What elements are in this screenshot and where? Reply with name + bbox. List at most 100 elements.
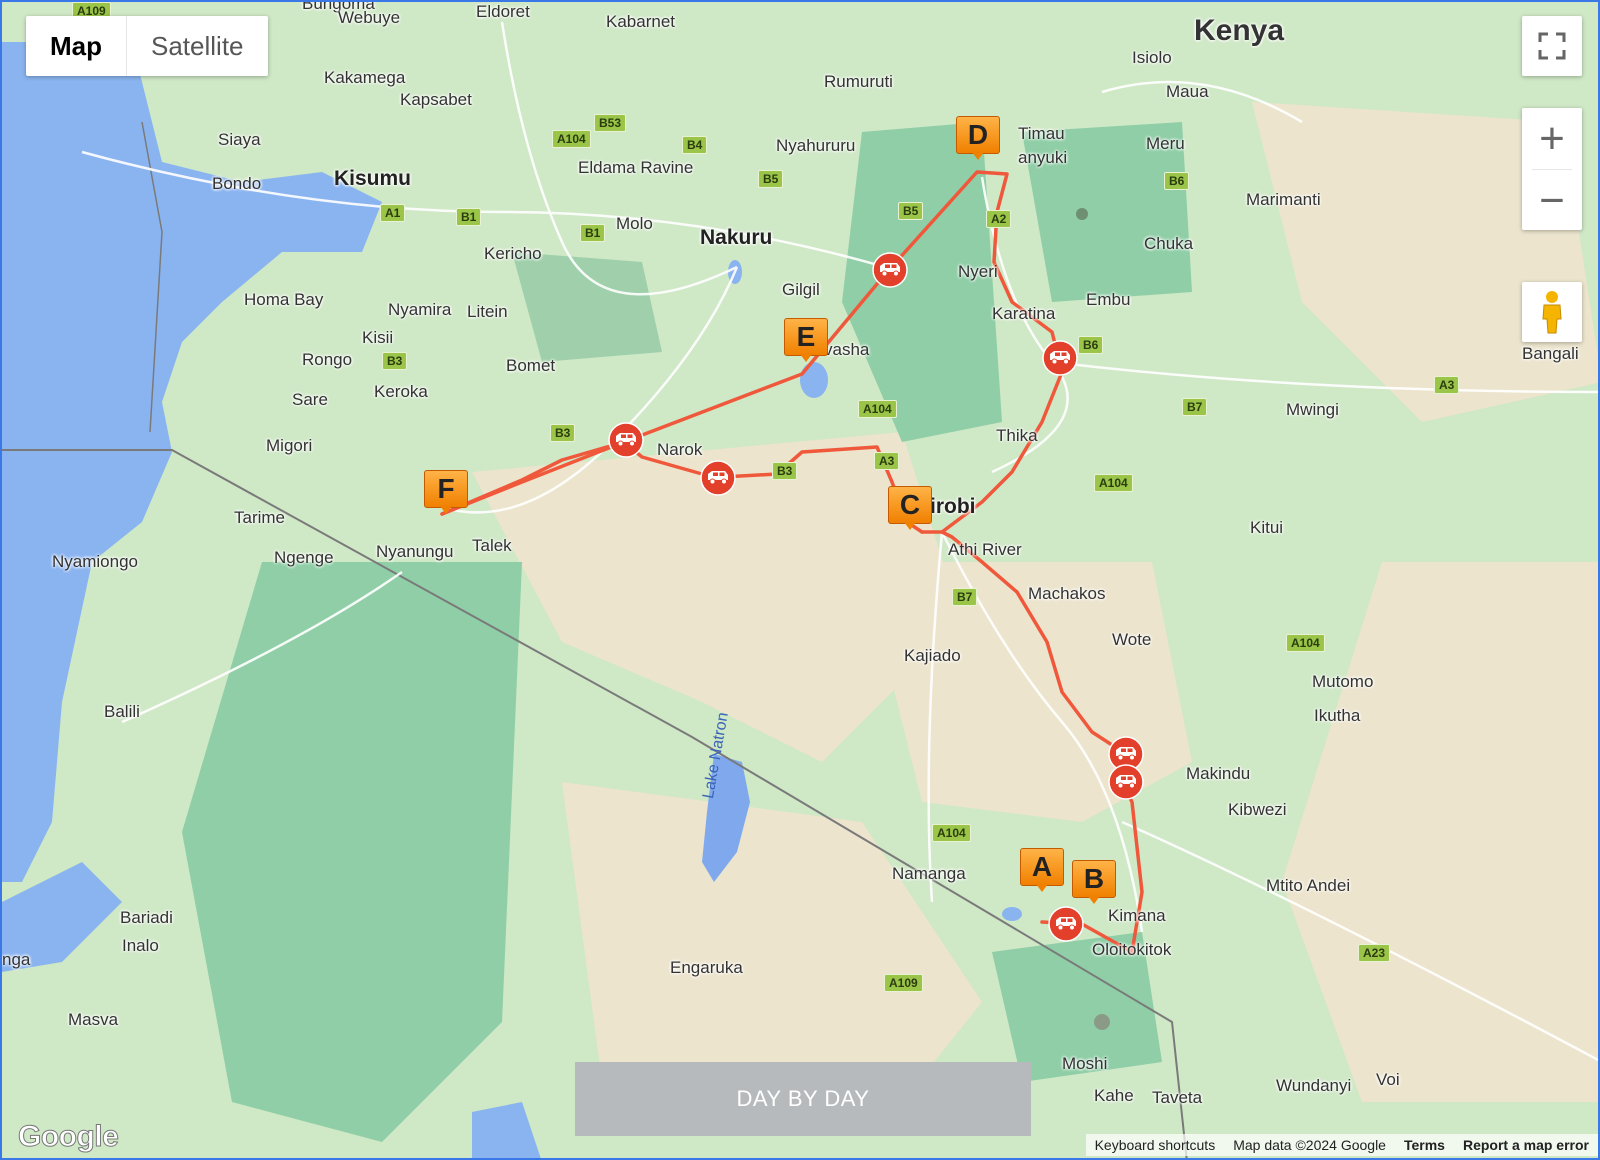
plus-icon: + bbox=[1539, 113, 1565, 163]
town-label: Tarime bbox=[234, 508, 286, 527]
town-label: Thika bbox=[996, 426, 1038, 445]
map-type-map-button[interactable]: Map bbox=[26, 16, 127, 76]
town-label: Kisii bbox=[362, 328, 394, 347]
road-shield: A104 bbox=[552, 130, 591, 148]
country-label: Kenya bbox=[1194, 14, 1285, 47]
town-label: Narok bbox=[657, 440, 703, 459]
town-label: Talek bbox=[472, 536, 512, 555]
safari-vehicle-icon[interactable] bbox=[1048, 906, 1084, 942]
road-shield: A1 bbox=[380, 204, 406, 222]
road-shield: B5 bbox=[898, 202, 924, 220]
town-label: Gilgil bbox=[782, 280, 820, 299]
city-label: Kisumu bbox=[334, 167, 412, 190]
town-label: Athi River bbox=[948, 540, 1022, 559]
road-shield: A104 bbox=[932, 824, 971, 842]
town-label: Siaya bbox=[218, 130, 261, 149]
town-label: Eldama Ravine bbox=[578, 158, 694, 177]
town-label: Machakos bbox=[1028, 584, 1106, 603]
road-shield: B6 bbox=[1078, 336, 1104, 354]
fullscreen-icon bbox=[1538, 32, 1566, 60]
town-label: Engaruka bbox=[670, 958, 743, 977]
city-label: irobi bbox=[930, 495, 976, 518]
town-label: Mutomo bbox=[1312, 672, 1374, 691]
town-label: Kimana bbox=[1108, 906, 1166, 925]
fullscreen-button[interactable] bbox=[1522, 16, 1582, 76]
report-error-link[interactable]: Report a map error bbox=[1454, 1137, 1598, 1153]
terms-link[interactable]: Terms bbox=[1395, 1137, 1454, 1153]
stop-marker-e[interactable]: E bbox=[784, 318, 828, 362]
town-label: Isiolo bbox=[1132, 48, 1172, 67]
road-shield: B3 bbox=[550, 424, 576, 442]
safari-vehicle-icon[interactable] bbox=[1108, 764, 1144, 800]
town-label: Nyamiongo bbox=[52, 552, 138, 571]
town-label: Sare bbox=[292, 390, 328, 409]
map-data-attribution: Map data ©2024 Google bbox=[1233, 1137, 1386, 1153]
town-label: Migori bbox=[266, 436, 313, 455]
zoom-control: + − bbox=[1522, 108, 1582, 230]
town-label: Oloitokitok bbox=[1092, 940, 1172, 959]
town-label: Nyamira bbox=[388, 300, 452, 319]
pegman-icon bbox=[1542, 291, 1562, 334]
stop-marker-c[interactable]: C bbox=[888, 486, 932, 530]
google-logo: Google bbox=[17, 1120, 119, 1154]
city-label: Nakuru bbox=[700, 226, 773, 249]
zoom-out-button[interactable]: − bbox=[1522, 170, 1582, 231]
town-label: Chuka bbox=[1144, 234, 1194, 253]
town-label: Mwingi bbox=[1286, 400, 1339, 419]
town-label: Kericho bbox=[484, 244, 542, 263]
town-label: Wote bbox=[1112, 630, 1152, 649]
map-type-satellite-button[interactable]: Satellite bbox=[127, 16, 268, 76]
town-label: Nyanungu bbox=[376, 542, 454, 561]
map-canvas[interactable]: Kenya Kisumu Nakuru irobi Bungoma Webuye E… bbox=[0, 0, 1600, 1160]
town-label: Bariadi bbox=[120, 908, 173, 927]
safari-vehicle-icon[interactable] bbox=[872, 252, 908, 288]
town-label: Kajiado bbox=[904, 646, 961, 665]
marker-pointer bbox=[1088, 896, 1100, 904]
zoom-in-button[interactable]: + bbox=[1522, 108, 1582, 169]
town-label: Nyahururu bbox=[776, 136, 856, 155]
town-label: Voi bbox=[1376, 1070, 1400, 1089]
marker-pointer bbox=[1036, 884, 1048, 892]
stop-marker-b[interactable]: B bbox=[1072, 860, 1116, 904]
map-type-control: Map Satellite bbox=[26, 16, 268, 76]
town-label: Bondo bbox=[212, 174, 262, 193]
safari-vehicle-icon[interactable] bbox=[608, 422, 644, 458]
safari-vehicle-icon[interactable] bbox=[700, 460, 736, 496]
town-label: Kibwezi bbox=[1228, 800, 1287, 819]
town-label: anyuki bbox=[1018, 148, 1068, 167]
stop-marker-f[interactable]: F bbox=[424, 470, 468, 514]
town-label: Masva bbox=[68, 1010, 119, 1029]
marker-pointer bbox=[904, 522, 916, 530]
stop-marker-d[interactable]: D bbox=[956, 116, 1000, 160]
town-label: Inalo bbox=[122, 936, 159, 955]
marker-pointer bbox=[440, 506, 452, 514]
road-shield: B1 bbox=[456, 208, 482, 226]
town-label: Molo bbox=[616, 214, 653, 233]
day-by-day-button[interactable]: DAY BY DAY bbox=[575, 1062, 1031, 1136]
road-shield: A3 bbox=[874, 452, 900, 470]
safari-vehicle-icon[interactable] bbox=[1042, 340, 1078, 376]
town-label: Kapsabet bbox=[400, 90, 472, 109]
town-label: Wundanyi bbox=[1276, 1076, 1352, 1095]
marker-label: C bbox=[888, 486, 932, 524]
road-shield: A3 bbox=[1434, 376, 1460, 394]
road-shield: A23 bbox=[1358, 944, 1391, 962]
town-label: Embu bbox=[1086, 290, 1131, 309]
street-view-pegman-button[interactable] bbox=[1522, 282, 1582, 342]
road-shield: A109 bbox=[884, 974, 923, 992]
road-shield: A2 bbox=[986, 210, 1012, 228]
town-label: Kakamega bbox=[324, 68, 406, 87]
town-label: Rongo bbox=[302, 350, 353, 369]
road-shield: B6 bbox=[1164, 172, 1190, 190]
town-label: Litein bbox=[467, 302, 508, 321]
stop-marker-a[interactable]: A bbox=[1020, 848, 1064, 892]
town-label: Marimanti bbox=[1246, 190, 1321, 209]
road-shield: B1 bbox=[580, 224, 606, 242]
town-label: Kitui bbox=[1250, 518, 1284, 537]
keyboard-shortcuts-link[interactable]: Keyboard shortcuts bbox=[1086, 1137, 1225, 1153]
town-label: Maua bbox=[1166, 82, 1209, 101]
minus-icon: − bbox=[1539, 175, 1565, 225]
map-footer: Keyboard shortcuts Map data ©2024 Google… bbox=[1085, 1134, 1598, 1156]
road-shield: B5 bbox=[758, 170, 784, 188]
marker-label: A bbox=[1020, 848, 1064, 886]
